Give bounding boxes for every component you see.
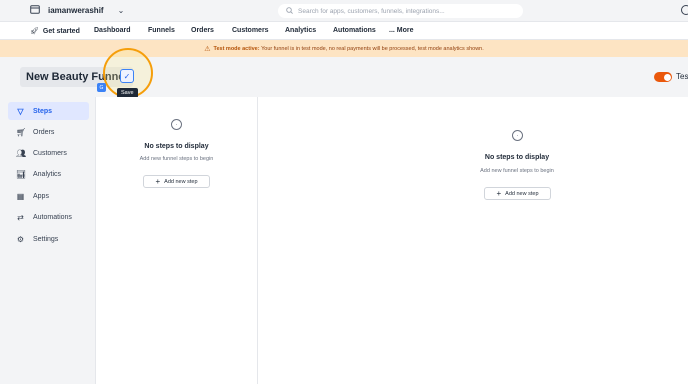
store-icon — [30, 5, 40, 16]
funnel-sidebar: ▽ Steps 🛒︎ Orders 👥︎ Customers 📊︎ Analyt… — [0, 97, 96, 384]
funnel-header: New Beauty Funnel ✓ G Save Tes — [0, 48, 688, 98]
nav-customers[interactable]: Customers — [232, 27, 269, 34]
plus-icon: + — [496, 188, 502, 198]
users-icon: 👥︎ — [16, 148, 27, 158]
nav-funnels[interactable]: Funnels — [148, 27, 175, 34]
add-new-step-label: Add new step — [505, 190, 539, 197]
search-icon — [286, 6, 293, 16]
profile-icon[interactable] — [681, 5, 688, 15]
search-input[interactable]: Search for apps, customers, funnels, int… — [278, 4, 523, 18]
sidebar-item-label: Customers — [33, 149, 67, 157]
empty-state-title: No steps to display — [144, 143, 209, 150]
add-new-step-button[interactable]: + Add new step — [484, 187, 551, 200]
chart-icon: 📊︎ — [16, 169, 27, 179]
apps-grid-icon: ▦ — [16, 191, 25, 201]
automation-icon: ⇄ — [17, 212, 24, 222]
sidebar-item-steps[interactable]: ▽ Steps — [8, 102, 89, 120]
top-bar: iamanwerashif ⌄ Search for apps, custome… — [0, 0, 688, 22]
sidebar-item-label: Automations — [33, 213, 72, 221]
nav-orders[interactable]: Orders — [191, 27, 214, 34]
warning-icon: ⚠ — [204, 45, 211, 53]
test-mode-label: Tes — [676, 72, 688, 81]
sidebar-item-label: Analytics — [33, 170, 62, 178]
nav-analytics[interactable]: Analytics — [285, 27, 316, 34]
rocket-icon: 🚀︎ — [30, 28, 39, 35]
banner-lead: Test mode active: — [213, 45, 260, 52]
main-nav: 🚀︎ Get started Dashboard Funnels Orders … — [0, 22, 688, 40]
empty-state-icon: · — [512, 130, 523, 141]
sidebar-item-automations[interactable]: ⇄ Automations — [8, 208, 89, 226]
test-mode-banner: ⚠ Test mode active: Your funnel is in te… — [0, 40, 688, 57]
empty-state-subtitle: Add new funnel steps to begin — [139, 156, 214, 162]
nav-automations[interactable]: Automations — [333, 27, 376, 34]
search-placeholder: Search for apps, customers, funnels, int… — [298, 7, 445, 15]
chevron-down-icon: ⌄ — [117, 6, 125, 15]
cart-icon: 🛒︎ — [16, 127, 27, 137]
filter-icon: ▽ — [17, 106, 24, 116]
empty-state-subtitle: Add new funnel steps to begin — [480, 168, 554, 174]
sidebar-item-label: Apps — [33, 192, 49, 200]
test-mode-toggle[interactable] — [654, 72, 672, 82]
check-icon: ✓ — [123, 71, 131, 81]
translate-icon[interactable]: G — [97, 83, 106, 92]
sidebar-item-analytics[interactable]: 📊︎ Analytics — [8, 165, 89, 183]
plus-icon: + — [155, 176, 161, 186]
sidebar-item-orders[interactable]: 🛒︎ Orders — [8, 123, 89, 141]
save-button[interactable]: ✓ — [120, 69, 134, 83]
gear-icon: ⚙ — [16, 234, 25, 244]
banner-text: Your funnel is in test mode, no real pay… — [261, 45, 484, 52]
empty-state-icon: · — [171, 119, 182, 130]
sidebar-item-settings[interactable]: ⚙ Settings — [8, 230, 89, 248]
add-new-step-label: Add new step — [164, 178, 198, 185]
empty-state-title: No steps to display — [484, 154, 550, 161]
store-name: iamanwerashif — [48, 6, 104, 15]
sidebar-item-label: Steps — [33, 107, 53, 115]
nav-get-started-label: Get started — [42, 27, 80, 35]
sidebar-item-label: Orders — [33, 128, 55, 136]
main-canvas: · No steps to display Add new funnel ste… — [258, 97, 688, 384]
sidebar-item-label: Settings — [33, 235, 59, 243]
store-switcher[interactable]: iamanwerashif ⌄ — [30, 5, 124, 16]
nav-get-started[interactable]: 🚀︎ Get started — [30, 27, 80, 36]
add-new-step-button[interactable]: + Add new step — [143, 175, 210, 188]
sidebar-item-apps[interactable]: ▦ Apps — [8, 187, 89, 205]
sidebar-item-customers[interactable]: 👥︎ Customers — [8, 144, 89, 162]
nav-dashboard[interactable]: Dashboard — [94, 27, 131, 34]
nav-more[interactable]: ... More — [389, 27, 414, 34]
steps-panel: · No steps to display Add new funnel ste… — [96, 97, 258, 384]
